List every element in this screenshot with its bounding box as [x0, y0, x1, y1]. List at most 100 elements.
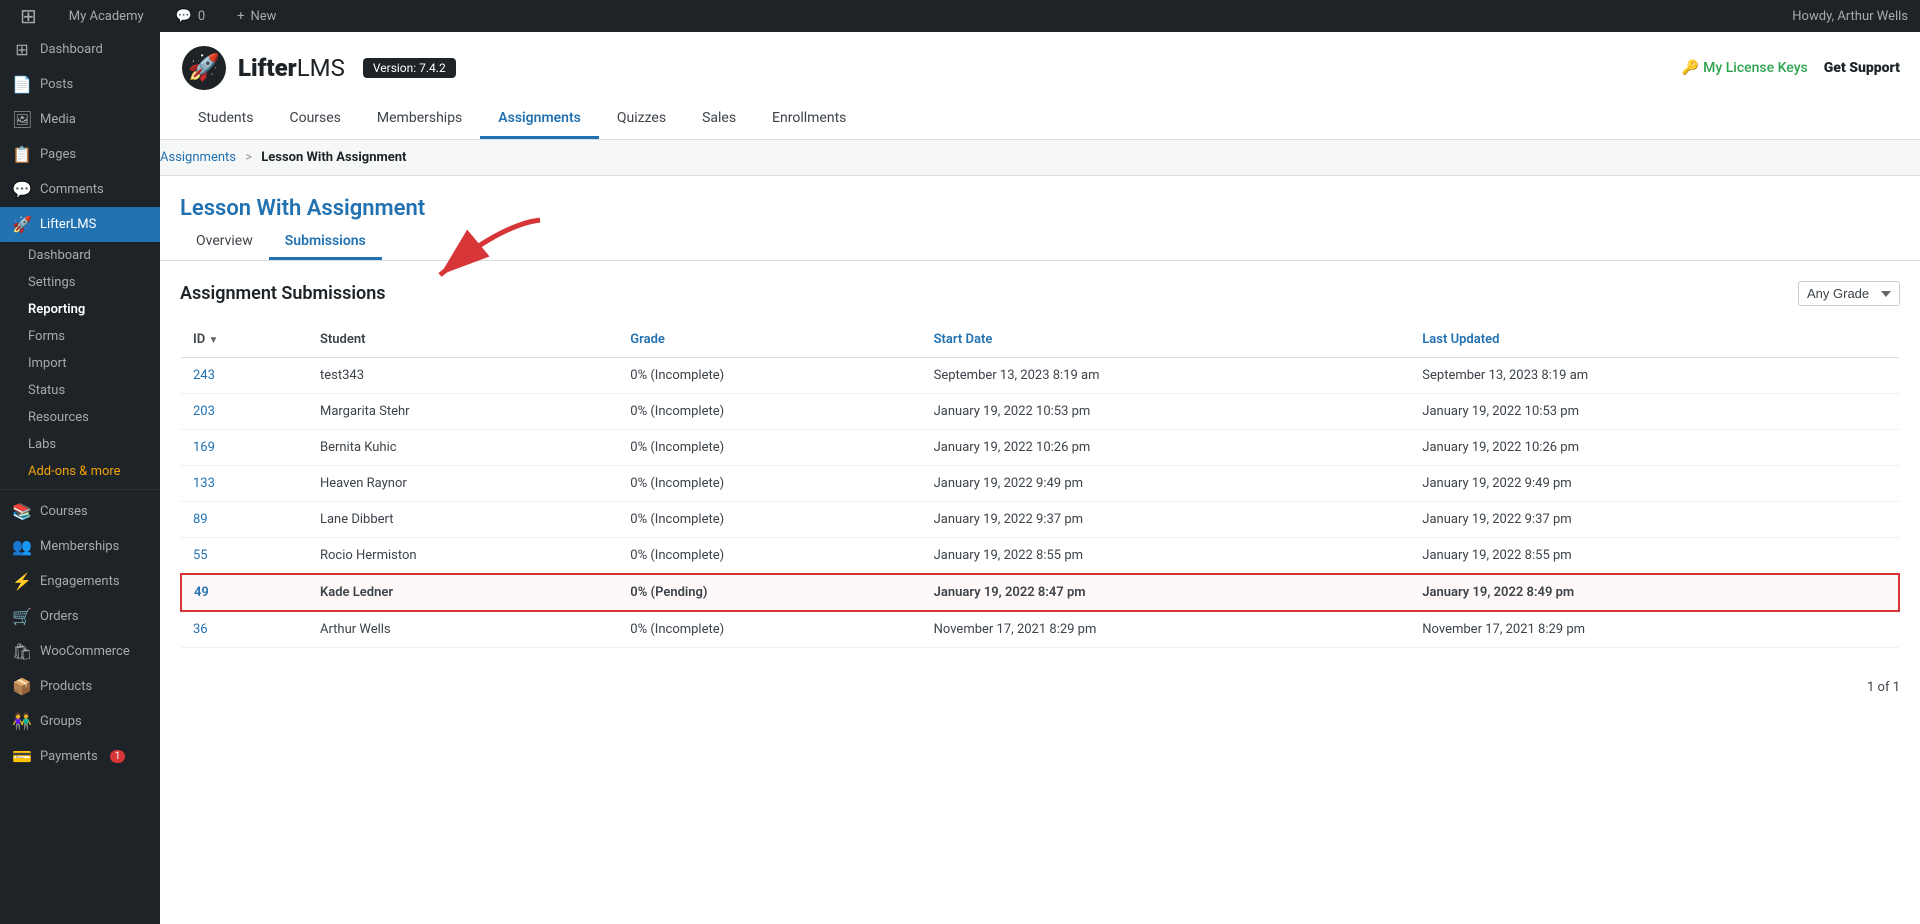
cell-grade: 0% (Incomplete)	[618, 466, 921, 502]
sidebar-label-products: Products	[40, 679, 92, 694]
products-icon: 📦	[12, 677, 32, 696]
id-link[interactable]: 169	[193, 440, 215, 455]
cell-last-updated: January 19, 2022 8:55 pm	[1410, 538, 1899, 575]
cell-start-date: January 19, 2022 8:55 pm	[922, 538, 1411, 575]
tab-students[interactable]: Students	[180, 100, 271, 139]
sidebar-sub-settings[interactable]: Settings	[0, 269, 160, 296]
sidebar-sub-status[interactable]: Status	[0, 377, 160, 404]
sidebar-item-pages[interactable]: 📋 Pages	[0, 137, 160, 172]
cell-start-date: January 19, 2022 9:49 pm	[922, 466, 1411, 502]
table-row[interactable]: 133Heaven Raynor0% (Incomplete)January 1…	[181, 466, 1899, 502]
cell-start-date: January 19, 2022 10:53 pm	[922, 394, 1411, 430]
table-row[interactable]: 243test3430% (Incomplete)September 13, 2…	[181, 358, 1899, 394]
sidebar-item-posts[interactable]: 📄 Posts	[0, 67, 160, 102]
sidebar-sub-resources[interactable]: Resources	[0, 404, 160, 431]
cell-student: test343	[308, 358, 618, 394]
tab-enrollments[interactable]: Enrollments	[754, 100, 864, 139]
cell-id: 169	[181, 430, 308, 466]
sort-arrow-id: ▼	[208, 335, 218, 346]
sidebar-item-lifterlms[interactable]: 🚀 LifterLMS	[0, 207, 160, 242]
id-link[interactable]: 133	[193, 476, 215, 491]
sidebar-label-orders: Orders	[40, 609, 79, 624]
id-link[interactable]: 49	[194, 585, 209, 600]
sidebar-sub-import[interactable]: Import	[0, 350, 160, 377]
sidebar-item-dashboard[interactable]: ⊞ Dashboard	[0, 32, 160, 67]
sidebar-sub-reporting[interactable]: Reporting	[0, 296, 160, 323]
table-row[interactable]: 36Arthur Wells0% (Incomplete)November 17…	[181, 611, 1899, 648]
table-row[interactable]: 89Lane Dibbert0% (Incomplete)January 19,…	[181, 502, 1899, 538]
sidebar-item-payments[interactable]: 💳 Payments 1	[0, 739, 160, 774]
lifterlms-logo-icon: 🚀	[180, 44, 228, 92]
page-title: Lesson With Assignment	[180, 196, 1900, 221]
lifterlms-branding: 🚀 LifterLMS Version: 7.4.2 🔑 My License …	[180, 44, 1900, 92]
table-row[interactable]: 203Margarita Stehr0% (Incomplete)January…	[181, 394, 1899, 430]
sub-tab-submissions[interactable]: Submissions	[269, 225, 382, 260]
lifterlms-title: LifterLMS	[238, 54, 345, 82]
cell-last-updated: January 19, 2022 9:37 pm	[1410, 502, 1899, 538]
id-link[interactable]: 55	[193, 548, 208, 563]
tab-courses[interactable]: Courses	[271, 100, 358, 139]
sidebar-label-courses: Courses	[40, 504, 88, 519]
sidebar-item-media[interactable]: 🖼 Media	[0, 102, 160, 137]
sidebar-item-engagements[interactable]: ⚡ Engagements	[0, 564, 160, 599]
sidebar-item-courses[interactable]: 📚 Courses	[0, 494, 160, 529]
id-link[interactable]: 89	[193, 512, 208, 527]
sub-tab-overview[interactable]: Overview	[180, 225, 269, 260]
sidebar-sub-addons[interactable]: Add-ons & more	[0, 458, 160, 485]
submissions-section: Assignment Submissions Any Grade Complet…	[160, 261, 1920, 668]
table-row[interactable]: 49Kade Ledner0% (Pending)January 19, 202…	[181, 574, 1899, 611]
table-row[interactable]: 169Bernita Kuhic0% (Incomplete)January 1…	[181, 430, 1899, 466]
new-item[interactable]: + New	[229, 0, 284, 32]
sidebar-item-woocommerce[interactable]: 🛍 WooCommerce	[0, 634, 160, 669]
sidebar-item-products[interactable]: 📦 Products	[0, 669, 160, 704]
site-name-label: My Academy	[69, 9, 144, 24]
get-support-label: Get Support	[1824, 60, 1900, 76]
sidebar-label-engagements: Engagements	[40, 574, 120, 589]
sidebar-label-posts: Posts	[40, 77, 73, 92]
sidebar-item-orders[interactable]: 🛒 Orders	[0, 599, 160, 634]
sidebar-label-payments: Payments	[40, 749, 98, 764]
sidebar-item-groups[interactable]: 👫 Groups	[0, 704, 160, 739]
howdy-text: Howdy, Arthur Wells	[1792, 9, 1908, 24]
breadcrumb-parent[interactable]: Assignments	[160, 150, 236, 165]
cell-grade: 0% (Pending)	[618, 574, 921, 611]
col-grade[interactable]: Grade	[618, 322, 921, 358]
sidebar-item-comments[interactable]: 💬 Comments	[0, 172, 160, 207]
sidebar-label-media: Media	[40, 112, 76, 127]
site-name[interactable]: My Academy	[61, 0, 152, 32]
tab-assignments[interactable]: Assignments	[480, 100, 599, 139]
col-id[interactable]: ID ▼	[181, 322, 308, 358]
sub-tabs-container: Overview Submissions	[160, 225, 1920, 261]
tab-quizzes[interactable]: Quizzes	[599, 100, 684, 139]
col-last-updated[interactable]: Last Updated	[1410, 322, 1899, 358]
cell-id: 49	[181, 574, 308, 611]
col-student: Student	[308, 322, 618, 358]
license-key-link[interactable]: 🔑 My License Keys	[1682, 60, 1808, 76]
get-support-link[interactable]: Get Support	[1824, 60, 1900, 76]
col-start-date[interactable]: Start Date	[922, 322, 1411, 358]
sidebar-label-lifterlms: LifterLMS	[40, 217, 96, 232]
submissions-table: ID ▼ Student Grade Start Date Last Updat…	[180, 322, 1900, 648]
table-row[interactable]: 55Rocio Hermiston0% (Incomplete)January …	[181, 538, 1899, 575]
sidebar-sub-forms[interactable]: Forms	[0, 323, 160, 350]
woocommerce-icon: 🛍	[12, 642, 32, 661]
wp-logo[interactable]: ⊞	[12, 0, 45, 32]
svg-text:🚀: 🚀	[188, 52, 220, 83]
version-badge: Version: 7.4.2	[363, 58, 456, 78]
grade-filter-select[interactable]: Any Grade Complete Incomplete Pending	[1798, 281, 1900, 306]
sidebar-item-memberships[interactable]: 👥 Memberships	[0, 529, 160, 564]
sidebar-sub-labs[interactable]: Labs	[0, 431, 160, 458]
plus-icon: +	[237, 9, 244, 24]
comments-item[interactable]: 💬 0	[168, 0, 214, 32]
id-link[interactable]: 243	[193, 368, 215, 383]
cell-student: Lane Dibbert	[308, 502, 618, 538]
sidebar-label-comments: Comments	[40, 182, 104, 197]
id-link[interactable]: 36	[193, 622, 208, 637]
cell-id: 133	[181, 466, 308, 502]
cell-start-date: September 13, 2023 8:19 am	[922, 358, 1411, 394]
id-link[interactable]: 203	[193, 404, 215, 419]
sidebar-label-pages: Pages	[40, 147, 76, 162]
sidebar-sub-dashboard[interactable]: Dashboard	[0, 242, 160, 269]
tab-sales[interactable]: Sales	[684, 100, 754, 139]
tab-memberships[interactable]: Memberships	[359, 100, 480, 139]
